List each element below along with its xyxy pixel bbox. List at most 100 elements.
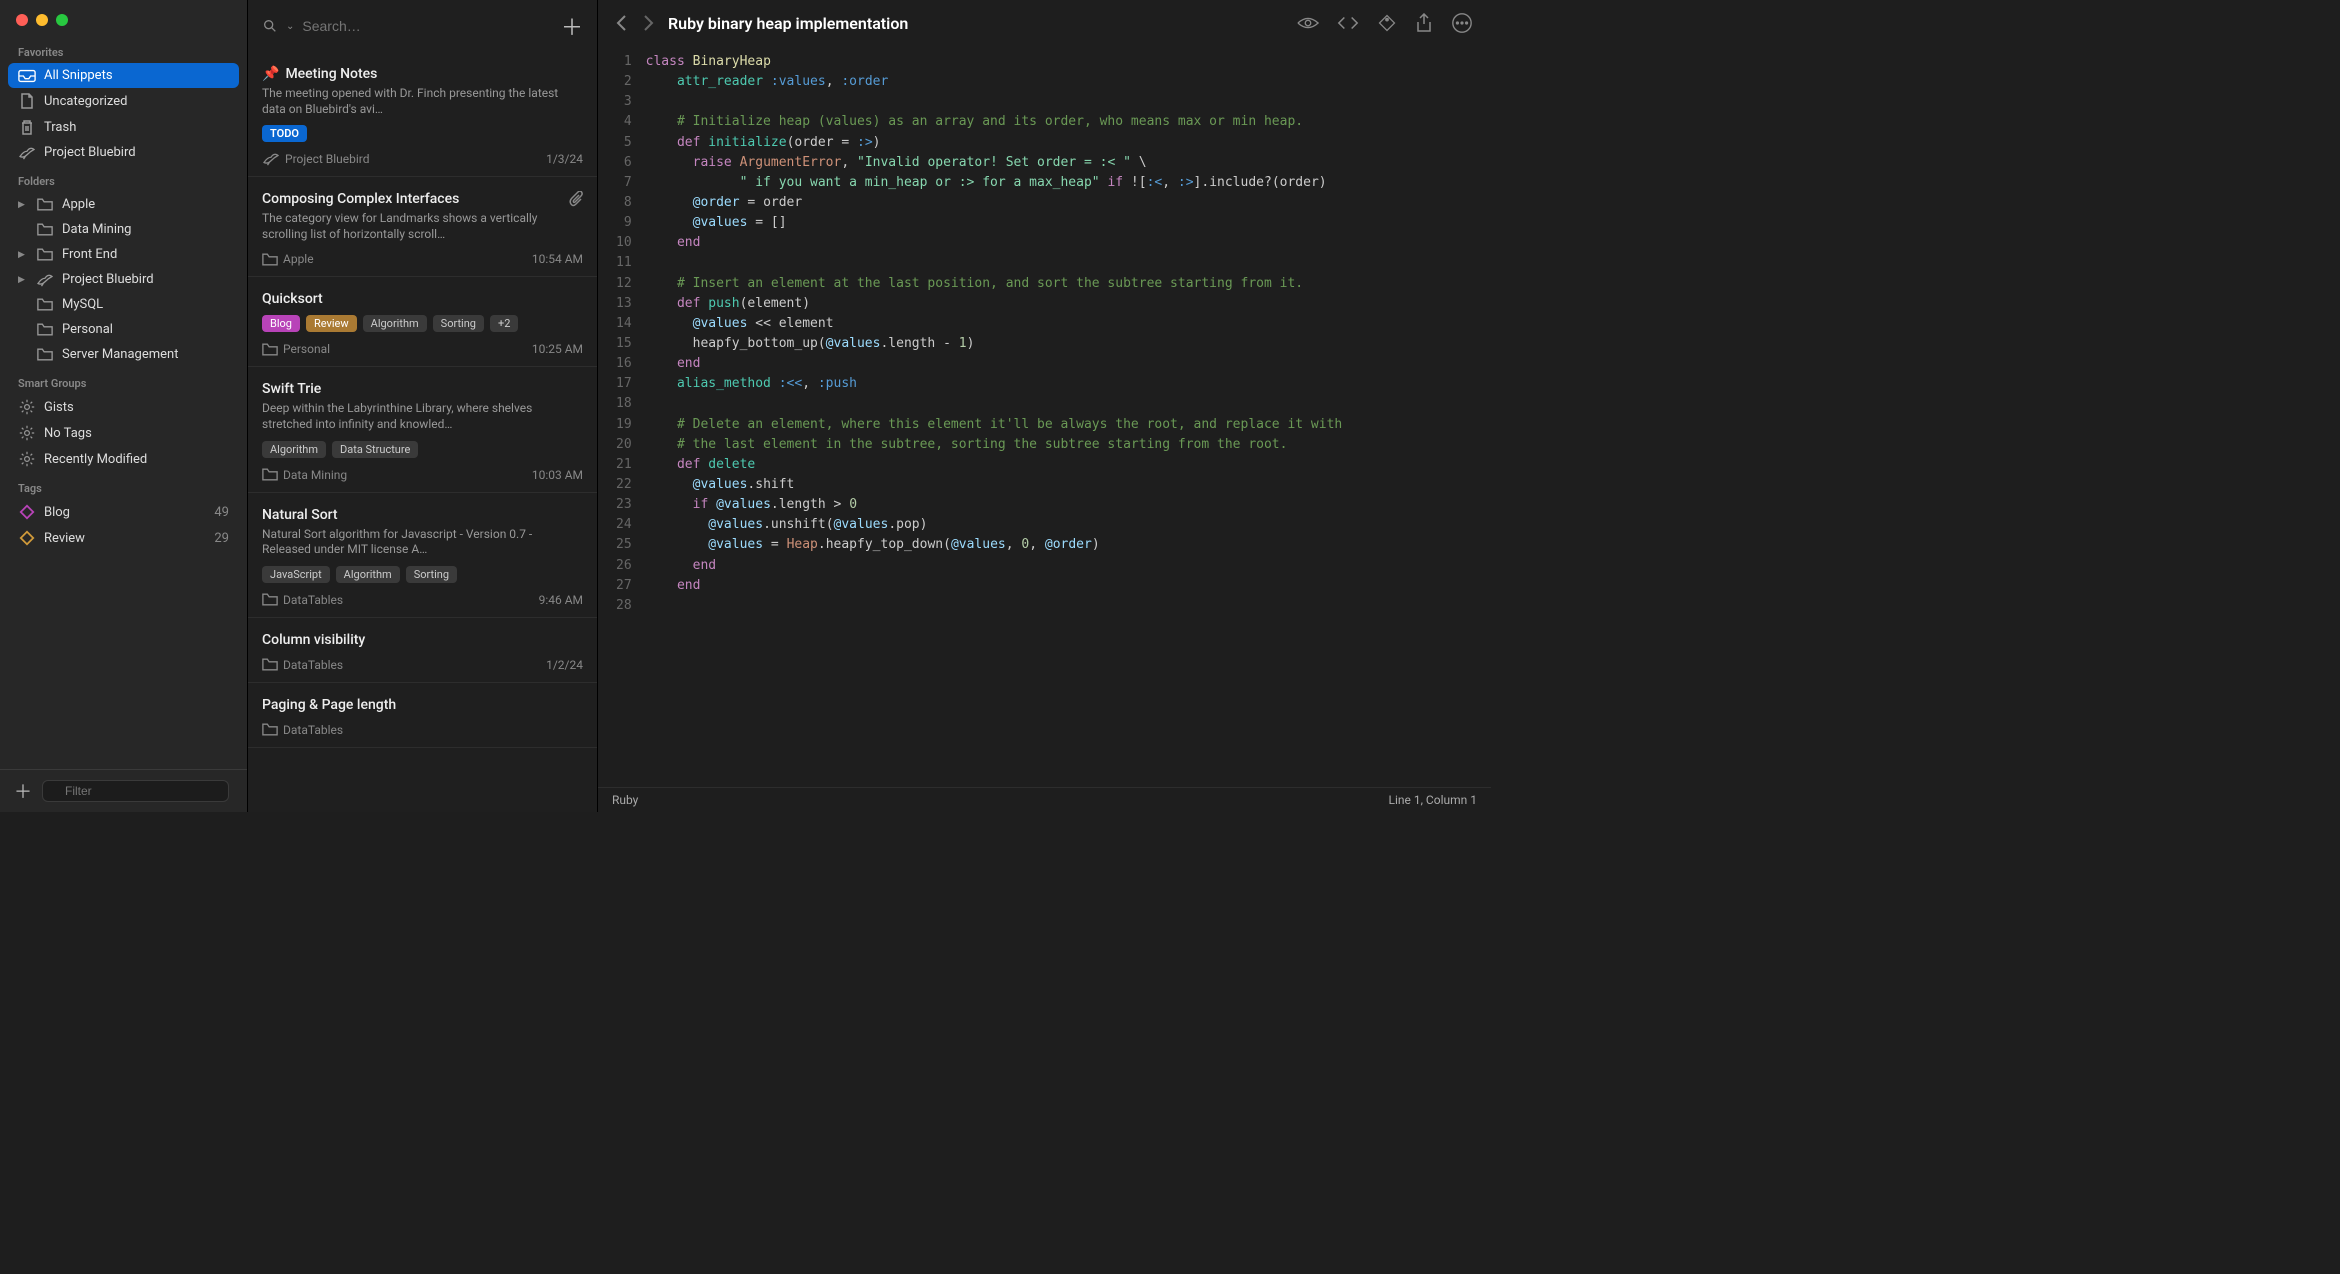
sidebar-item-label: Data Mining — [62, 222, 229, 237]
tag-pill[interactable]: Algorithm — [336, 566, 400, 583]
snippet-excerpt: Natural Sort algorithm for Javascript - … — [262, 527, 583, 558]
tag-pill[interactable]: Sorting — [406, 566, 457, 583]
tag-pill[interactable]: Algorithm — [262, 441, 326, 458]
tag-pill[interactable]: TODO — [262, 125, 307, 142]
sidebar-item[interactable]: No Tags — [8, 420, 239, 446]
chevron-right-icon[interactable]: ▶ — [18, 200, 28, 210]
editor-header: Ruby binary heap implementation — [598, 0, 1491, 46]
doc-icon — [18, 93, 36, 109]
snippet-title: Composing Complex Interfaces — [262, 191, 583, 207]
tag-pill[interactable]: JavaScript — [262, 566, 330, 583]
snippet-title: Paging & Page length — [262, 697, 583, 713]
snippet-item[interactable]: QuicksortBlogReviewAlgorithmSorting+2Per… — [248, 277, 597, 367]
sidebar-item-label: No Tags — [44, 426, 229, 441]
sidebar-item-label: Blog — [44, 505, 206, 520]
tag-row: Blog Review Algorithm Sorting +2 — [262, 315, 583, 332]
folder-icon — [36, 248, 54, 261]
sidebar-item[interactable]: ▶ Project Bluebird — [8, 267, 239, 292]
status-bar: Ruby Line 1, Column 1 — [598, 787, 1491, 812]
snippet-title: Column visibility — [262, 632, 583, 648]
minimize-window-button[interactable] — [36, 14, 48, 26]
bird-icon — [262, 152, 280, 166]
folder-icon — [262, 343, 278, 356]
sidebar-item-count: 29 — [214, 531, 229, 546]
sidebar-item[interactable]: ▶ Apple — [8, 192, 239, 217]
sidebar-item[interactable]: ▶Front End — [8, 242, 239, 267]
sidebar-item-label: Recently Modified — [44, 452, 229, 467]
folder-icon — [262, 658, 278, 671]
tag-pill[interactable]: Review — [306, 315, 357, 332]
snippet-location: DataTables — [262, 593, 343, 607]
tag-icon[interactable] — [1377, 13, 1397, 33]
section-header: Favorites — [8, 36, 239, 63]
close-window-button[interactable] — [16, 14, 28, 26]
code-content[interactable]: class BinaryHeap attr_reader :values, :o… — [646, 52, 1491, 787]
cursor-position: Line 1, Column 1 — [1389, 793, 1478, 807]
folder-icon — [36, 298, 54, 311]
sidebar-item-label: Project Bluebird — [62, 272, 229, 287]
snippet-excerpt: Deep within the Labyrinthine Library, wh… — [262, 401, 583, 432]
tag-pill[interactable]: +2 — [490, 315, 518, 332]
forward-button[interactable] — [642, 14, 654, 32]
snippet-item[interactable]: Paging & Page lengthDataTables — [248, 683, 597, 748]
tag-pill[interactable]: Data Structure — [332, 441, 418, 458]
sidebar-footer: ＋ ⌕ — [0, 769, 247, 812]
sidebar-item-label: Project Bluebird — [44, 145, 229, 160]
sidebar-item-label: Review — [44, 531, 206, 546]
back-button[interactable] — [616, 14, 628, 32]
sidebar-item[interactable]: Gists — [8, 394, 239, 420]
snippet-item[interactable]: Natural SortNatural Sort algorithm for J… — [248, 493, 597, 618]
tag-pill[interactable]: Sorting — [433, 315, 484, 332]
filter-input[interactable] — [42, 780, 229, 802]
snippet-location: DataTables — [262, 658, 343, 672]
attachment-icon — [569, 191, 583, 207]
preview-icon[interactable] — [1297, 15, 1319, 31]
language-indicator[interactable]: Ruby — [612, 793, 638, 807]
sidebar-item[interactable]: Review 29 — [8, 525, 239, 551]
sidebar-item[interactable]: Data Mining — [8, 217, 239, 242]
sidebar-item[interactable]: Server Management — [8, 342, 239, 367]
tag-row: JavaScript Algorithm Sorting — [262, 566, 583, 583]
sidebar-item[interactable]: Trash — [8, 114, 239, 140]
sidebar-item[interactable]: Project Bluebird — [8, 140, 239, 165]
add-button[interactable]: ＋ — [10, 778, 36, 804]
sidebar-item[interactable]: Recently Modified — [8, 446, 239, 472]
list-header: ⌄ ＋ — [248, 0, 597, 52]
search-chevron-icon[interactable]: ⌄ — [286, 21, 294, 32]
tag-pill[interactable]: Blog — [262, 315, 300, 332]
chevron-right-icon[interactable]: ▶ — [18, 250, 28, 260]
chevron-right-icon[interactable]: ▶ — [18, 275, 28, 285]
folder-icon — [262, 723, 278, 736]
snippet-item[interactable]: Column visibilityDataTables1/2/24 — [248, 618, 597, 683]
code-icon[interactable] — [1337, 15, 1359, 31]
sidebar-item[interactable]: Uncategorized — [8, 88, 239, 114]
maximize-window-button[interactable] — [56, 14, 68, 26]
snippet-item[interactable]: Composing Complex InterfacesThe category… — [248, 177, 597, 277]
more-menu-icon[interactable] — [1451, 12, 1473, 34]
sidebar: FavoritesAll Snippets Uncategorized Trash P… — [0, 0, 248, 812]
sidebar-item[interactable]: All Snippets — [8, 63, 239, 88]
sidebar-item-label: Uncategorized — [44, 94, 229, 109]
snippet-list[interactable]: 📌Meeting NotesThe meeting opened with Dr… — [248, 52, 597, 812]
snippet-item[interactable]: Swift TrieDeep within the Labyrinthine L… — [248, 367, 597, 492]
sidebar-item-label: Server Management — [62, 347, 229, 362]
sidebar-item-label: Apple — [62, 197, 229, 212]
gear-icon — [18, 451, 36, 467]
line-gutter: 1234567891011121314151617181920212223242… — [598, 52, 646, 787]
snippet-item[interactable]: 📌Meeting NotesThe meeting opened with Dr… — [248, 52, 597, 177]
gear-icon — [18, 399, 36, 415]
sidebar-item-label: Gists — [44, 400, 229, 415]
sidebar-item[interactable]: Blog49 — [8, 499, 239, 525]
code-editor[interactable]: 1234567891011121314151617181920212223242… — [598, 46, 1491, 787]
section-header: Tags — [8, 472, 239, 499]
tag-pill[interactable]: Algorithm — [363, 315, 427, 332]
sidebar-item[interactable]: Personal — [8, 317, 239, 342]
sidebar-item[interactable]: MySQL — [8, 292, 239, 317]
new-snippet-button[interactable]: ＋ — [561, 10, 583, 42]
share-icon[interactable] — [1415, 13, 1433, 33]
folder-icon — [262, 593, 278, 606]
section-header: Smart Groups — [8, 367, 239, 394]
section-header: Folders — [8, 165, 239, 192]
sidebar-item-label: MySQL — [62, 297, 229, 312]
search-input[interactable] — [302, 18, 553, 34]
